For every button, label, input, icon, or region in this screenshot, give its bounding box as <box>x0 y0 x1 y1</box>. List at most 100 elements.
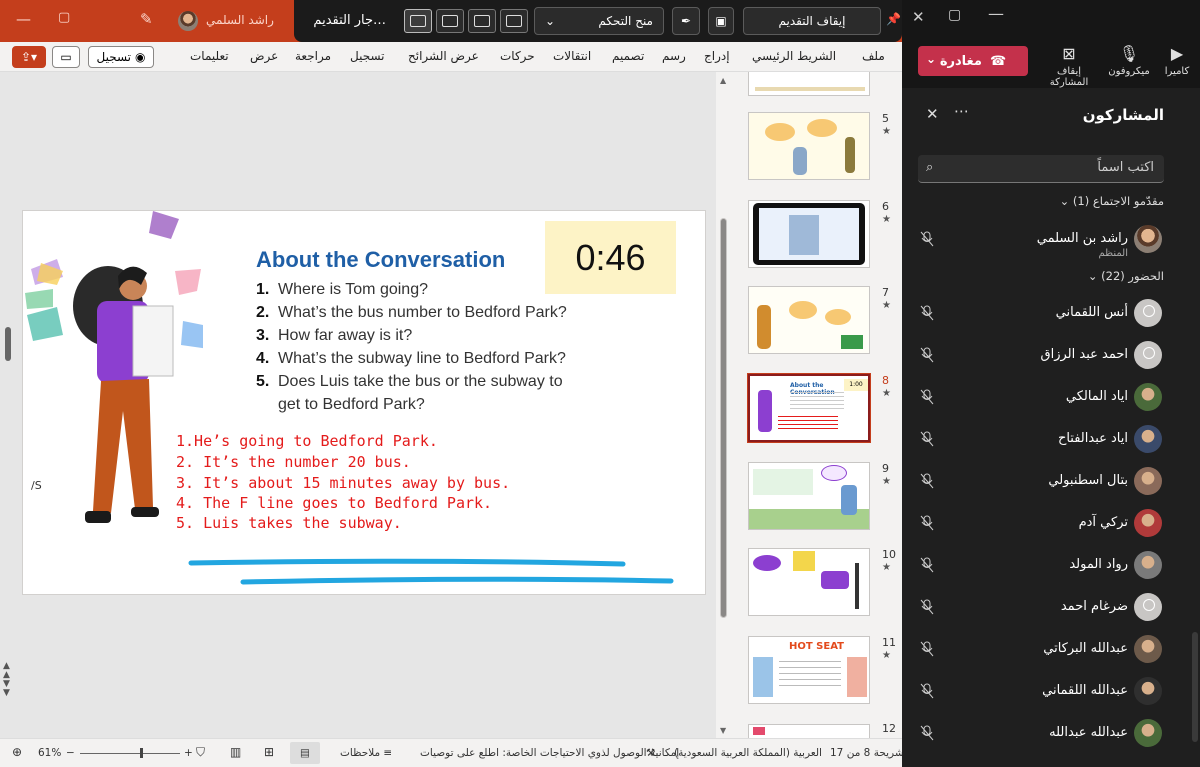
minimize-icon[interactable]: — <box>988 4 1004 23</box>
thumbnail-4[interactable] <box>748 72 870 96</box>
presenter-view-icon[interactable]: ⛉ <box>196 745 205 760</box>
annotate-button[interactable]: ✒ <box>672 7 700 35</box>
fit-slide-icon[interactable]: ⊕ <box>12 745 22 759</box>
leave-button[interactable]: ☎ مغادرة ⌄ <box>918 46 1028 76</box>
slide-number: 5 <box>882 112 889 125</box>
question-5: 5. Does Luis take the bus or the subway t… <box>256 373 563 391</box>
chevron-down-icon: ⌄ <box>926 52 937 66</box>
zoom-out-icon[interactable]: − <box>66 747 75 759</box>
tab-slideshow[interactable]: عرض الشرائح <box>408 49 479 63</box>
share-button[interactable]: ⇪▾ <box>12 46 46 68</box>
avatar <box>1134 425 1162 453</box>
scroll-up-icon[interactable]: ▲ <box>720 76 726 85</box>
tab-design[interactable]: تصميم <box>612 49 644 63</box>
close-panel-icon[interactable]: ✕ <box>926 105 939 123</box>
panel-scrollbar[interactable] <box>1192 632 1198 742</box>
thumbnail-7[interactable] <box>748 286 870 354</box>
tab-home[interactable]: الشريط الرئيسي <box>752 49 836 63</box>
animation-star-icon: ★ <box>882 562 891 573</box>
tab-animations[interactable]: حركات <box>500 49 535 63</box>
participant-row[interactable]: احمد عبد الرزاق <box>902 336 1200 376</box>
participant-row[interactable]: عبدالله البركاتي <box>902 630 1200 670</box>
thumbnail-5[interactable] <box>748 112 870 180</box>
participant-name: ضرغام احمد <box>1060 599 1128 614</box>
give-control-label: منح التحكم <box>598 14 653 28</box>
tab-draw[interactable]: رسم <box>662 49 686 63</box>
thumbnail-6[interactable] <box>748 200 870 268</box>
participant-row[interactable]: رواد المولد <box>902 546 1200 586</box>
mic-off-icon <box>920 557 934 576</box>
restore-icon[interactable]: ▢ <box>58 10 70 25</box>
tab-file[interactable]: ملف <box>862 49 885 63</box>
reading-view-icon[interactable]: ▥ <box>230 745 241 759</box>
attendees-header[interactable]: الحضور (22) ⌄ <box>1088 269 1164 283</box>
slide-position: شريحة 8 من 17 <box>830 747 904 759</box>
prev-slide-icon[interactable]: ▲ ▲ ▼ ▼ <box>3 662 10 698</box>
thumbnail-11[interactable]: HOT SEAT <box>748 636 870 704</box>
participant-row[interactable]: اياد المالكي <box>902 378 1200 418</box>
svg-text:/S: /S <box>31 479 42 492</box>
language-status[interactable]: العربية (المملكة العربية السعودية) <box>674 747 822 759</box>
stop-share-label: إيقاف المشاركة <box>1049 66 1089 88</box>
stop-sharing-button[interactable]: ⊠ إيقاف المشاركة <box>1038 44 1100 88</box>
answer-3: 3. It’s about 15 minutes away by bus. <box>176 474 511 492</box>
pin-icon[interactable]: 📌 <box>886 12 901 26</box>
participant-row[interactable]: عبدالله اللقماني <box>902 672 1200 712</box>
canvas-scrollbar[interactable]: ▲ ▼ <box>716 72 736 738</box>
thumbnail-timer: 1:00 <box>844 379 868 391</box>
question-text: get to Bedford Park? <box>278 396 425 413</box>
scroll-down-icon[interactable]: ▼ <box>720 726 726 735</box>
thumbnail-10[interactable] <box>748 548 870 616</box>
layout-option-4[interactable] <box>500 9 528 33</box>
participant-row[interactable]: أنس اللقماني <box>902 294 1200 334</box>
tab-insert[interactable]: إدراج <box>704 49 730 63</box>
participant-organizer[interactable]: راشد بن السلمي المنظم <box>902 220 1200 260</box>
search-input[interactable]: ⌕ اكتب اسماً <box>918 155 1164 183</box>
zoom-level[interactable]: 61% <box>38 747 61 759</box>
zoom-in-icon[interactable]: + <box>184 747 193 759</box>
search-icon: ⌕ <box>926 160 934 175</box>
close-icon[interactable]: ✕ <box>912 8 925 26</box>
camera-button[interactable]: ▶ كاميرا <box>1146 44 1200 77</box>
more-options-icon[interactable]: ⋯ <box>954 102 969 120</box>
slide-sorter-icon[interactable]: ⊞ <box>264 745 274 759</box>
layout-option-2[interactable] <box>436 9 464 33</box>
scroll-thumb[interactable] <box>720 218 727 618</box>
participant-row[interactable]: ضرغام احمد <box>902 588 1200 628</box>
notes-button[interactable]: ملاحظات ≡ <box>340 747 392 759</box>
tab-review[interactable]: مراجعة <box>295 49 331 63</box>
layout-option-1[interactable] <box>404 9 432 33</box>
layout-option-3[interactable] <box>468 9 496 33</box>
thumbnail-12[interactable] <box>748 724 870 738</box>
tab-view[interactable]: عرض <box>250 49 278 63</box>
normal-view-icon[interactable]: ▤ <box>290 742 320 764</box>
stop-presenting-button[interactable]: إيقاف التقديم <box>743 7 881 35</box>
tab-record[interactable]: تسجيل <box>350 49 385 63</box>
canvas-splitter[interactable] <box>5 327 11 361</box>
comments-button[interactable]: ▭ <box>52 46 80 68</box>
minimize-icon[interactable]: — <box>16 10 31 28</box>
present-monitor-button[interactable]: ▣ <box>708 7 734 35</box>
organizers-header[interactable]: مقدّمو الاجتماع (1) ⌄ <box>1060 194 1164 208</box>
zoom-slider[interactable] <box>80 748 180 758</box>
hangup-icon: ☎ <box>989 53 1007 69</box>
user-avatar[interactable] <box>178 11 198 31</box>
participant-name: عبدالله اللقماني <box>1042 683 1128 698</box>
slide-number: 7 <box>882 286 889 299</box>
give-control-dropdown[interactable]: منح التحكم ⌄ <box>534 7 664 35</box>
thumbnail-9[interactable] <box>748 462 870 530</box>
record-button[interactable]: تسجيل ◉ <box>88 46 154 68</box>
current-slide[interactable]: /S About the Conversation 0:46 1. Where i… <box>22 210 706 595</box>
tab-transitions[interactable]: انتقالات <box>553 49 591 63</box>
pen-icon[interactable]: ✎ <box>140 10 153 28</box>
zoom-thumb[interactable] <box>140 748 143 758</box>
participant-row[interactable]: بتال اسطنبولي <box>902 462 1200 502</box>
accessibility-status[interactable]: إمكانية الوصول لذوي الاحتياجات الخاصة: ا… <box>420 747 679 759</box>
thumbnail-8[interactable]: About the Conversation 1:00 <box>747 373 871 443</box>
participant-row[interactable]: اياد عبدالفتاح <box>902 420 1200 460</box>
restore-icon[interactable]: ▢ <box>948 7 961 23</box>
participant-row[interactable]: عبدالله عبدالله <box>902 714 1200 754</box>
tab-help[interactable]: تعليمات <box>190 49 229 63</box>
participant-row[interactable]: تركي آدم <box>902 504 1200 544</box>
powerpoint-window: — ▢ ✎ راشد السلمي إيقاف التقديم ▣ ✒ منح … <box>0 0 904 767</box>
